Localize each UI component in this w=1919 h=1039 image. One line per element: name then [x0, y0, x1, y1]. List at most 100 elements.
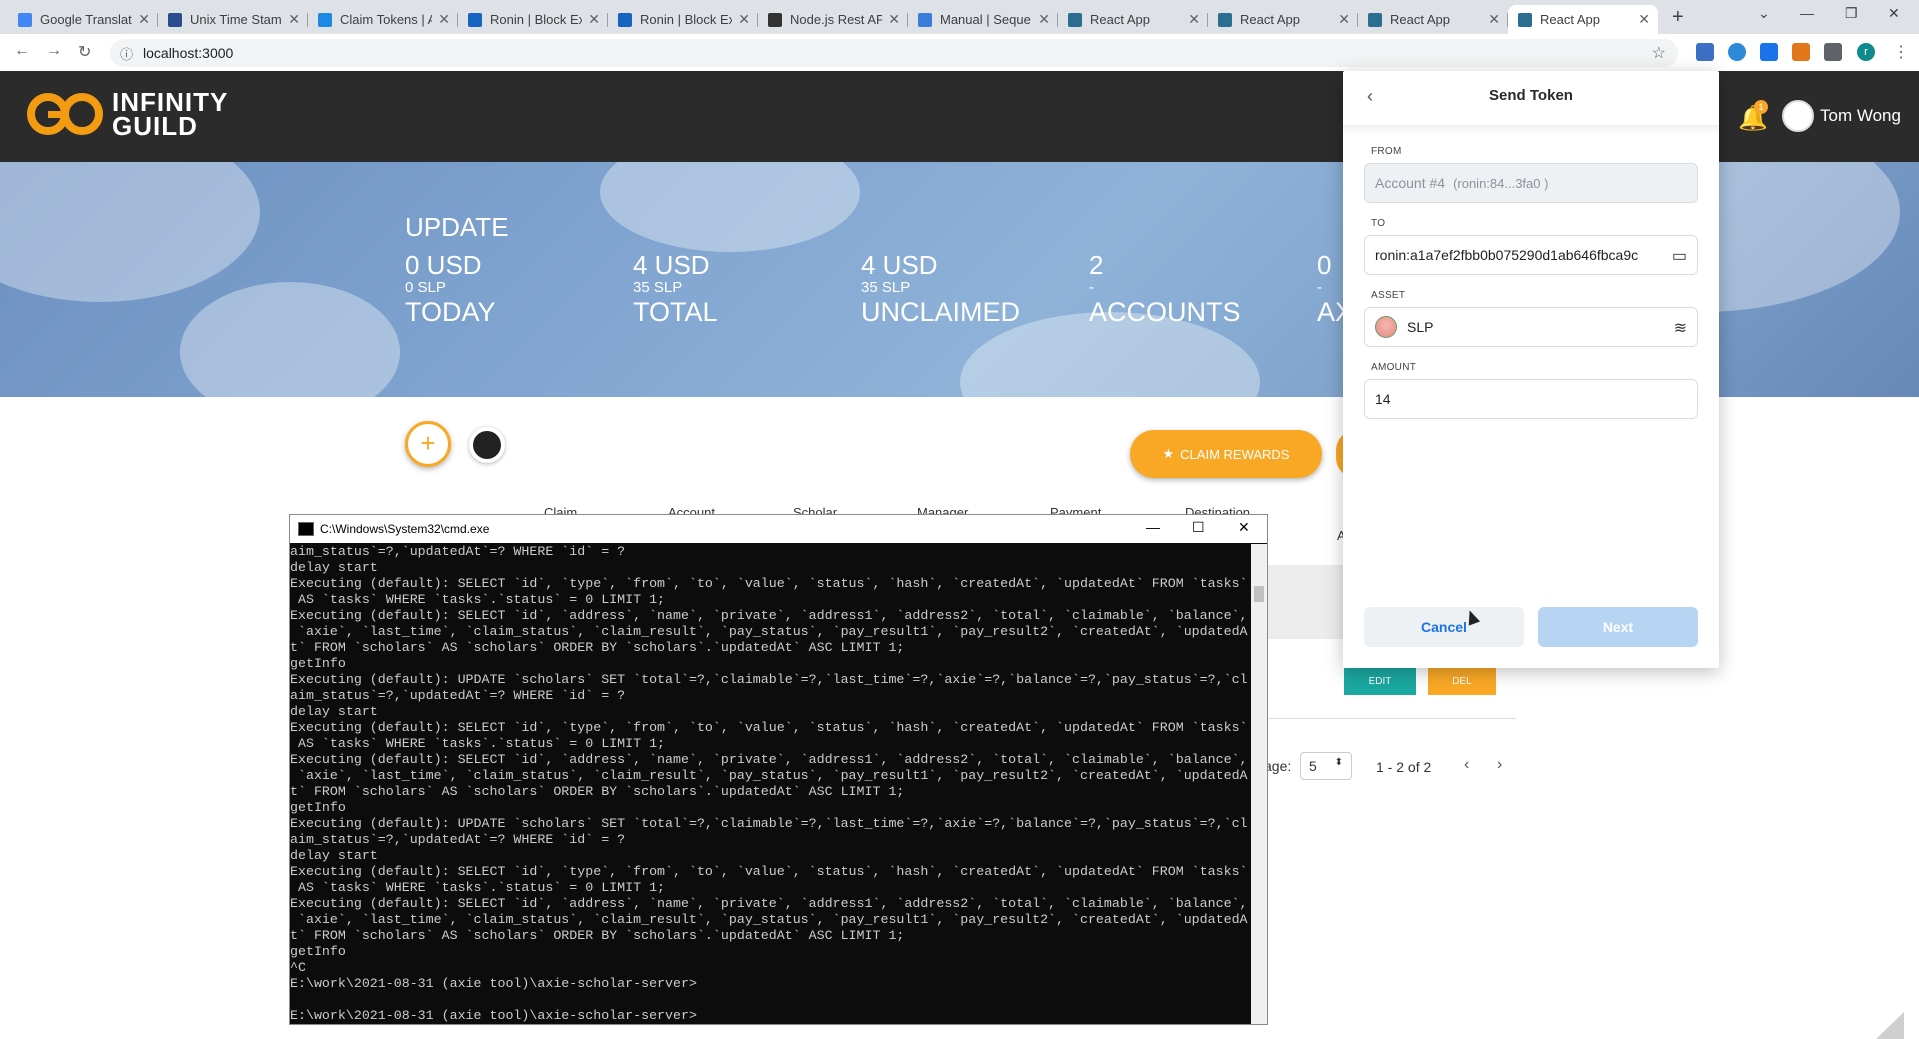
browser-tab[interactable]: React App ✕	[1208, 5, 1358, 34]
back-icon[interactable]: ←	[14, 42, 30, 60]
to-label: TO	[1371, 218, 1386, 229]
tab-title: React App	[1390, 12, 1450, 27]
browser-tab[interactable]: Google Translate ✕	[8, 5, 158, 34]
minimize-icon[interactable]: —	[1800, 5, 1814, 21]
cmd-output[interactable]: aim_status`=?,`updatedAt`=? WHERE `id` =…	[290, 544, 1250, 1024]
cmd-scrollbar[interactable]	[1251, 544, 1267, 1024]
tab-close-icon[interactable]: ✕	[738, 11, 750, 28]
next-page-icon[interactable]: ›	[1497, 756, 1502, 774]
tab-close-icon[interactable]: ✕	[1488, 11, 1500, 28]
send-token-title: Send Token	[1489, 87, 1573, 104]
browser-tab[interactable]: React App ✕	[1058, 5, 1208, 34]
tab-close-icon[interactable]: ✕	[1338, 11, 1350, 28]
extensions-puzzle-icon[interactable]	[1824, 43, 1842, 61]
infinity-guild-logo[interactable]: INFINITY GUILD	[26, 89, 228, 139]
browser-tab[interactable]: React App ✕	[1358, 5, 1508, 34]
tab-favicon-icon	[1518, 12, 1532, 27]
tab-close-icon[interactable]: ✕	[288, 11, 300, 28]
restore-icon[interactable]: ❐	[1845, 5, 1858, 22]
user-avatar[interactable]	[1782, 100, 1814, 132]
reload-icon[interactable]: ↻	[78, 42, 91, 62]
browser-menu-icon[interactable]: ⋮	[1893, 42, 1909, 62]
tab-close-icon[interactable]: ✕	[1638, 11, 1650, 28]
tab-close-icon[interactable]: ✕	[1038, 11, 1050, 28]
send-token-panel: ‹ Send Token FROM Account #4 (ronin:84..…	[1343, 71, 1719, 668]
notification-badge: 1	[1754, 100, 1768, 114]
browser-tab-bar: Google Translate ✕ Unix Time Stamp ✕ Claim T…	[0, 0, 1919, 34]
browser-tab[interactable]: Ronin | Block Ex ✕	[458, 5, 608, 34]
tab-close-icon[interactable]: ✕	[588, 11, 600, 28]
next-button[interactable]: Next	[1538, 607, 1698, 647]
cmd-minimize-icon[interactable]: —	[1146, 519, 1160, 535]
address-bar-row: ← → ↻ ⓘ localhost:3000 ☆ r ⋮	[0, 34, 1919, 72]
cloud-decoration	[600, 162, 860, 252]
user-name[interactable]: Tom Wong	[1820, 106, 1901, 126]
stat-today: 0 USD 0 SLP TODAY	[405, 250, 496, 327]
new-tab-button[interactable]: +	[1672, 6, 1684, 29]
prev-page-icon[interactable]: ‹	[1464, 756, 1469, 774]
amount-label: AMOUNT	[1371, 362, 1417, 373]
tab-close-icon[interactable]: ✕	[138, 11, 150, 28]
tab-favicon-icon	[768, 12, 782, 27]
add-account-button[interactable]: +	[405, 421, 451, 467]
tab-title: Ronin | Block Ex	[640, 12, 733, 27]
site-info-icon[interactable]: ⓘ	[120, 44, 133, 63]
rows-per-page-label: age:	[1264, 758, 1292, 774]
url-omnibox[interactable]: ⓘ localhost:3000 ☆	[110, 39, 1678, 67]
asset-select[interactable]: SLP ≋	[1364, 307, 1698, 347]
profile-avatar[interactable]: r	[1857, 43, 1875, 61]
browser-tab[interactable]: Unix Time Stamp ✕	[158, 5, 308, 34]
browser-tab[interactable]: Claim Tokens | A ✕	[308, 5, 458, 34]
tab-close-icon[interactable]: ✕	[888, 11, 900, 28]
cmd-line: Executing (default): SELECT `id`, `addre…	[290, 608, 1248, 623]
stat-unclaimed: 4 USD 35 SLP UNCLAIMED	[861, 250, 1021, 327]
browser-tab[interactable]: Manual | Seque ✕	[908, 5, 1058, 34]
slp-token-icon	[1375, 316, 1397, 338]
browser-tab[interactable]: Node.js Rest AP ✕	[758, 5, 908, 34]
banner-title: UPDATE	[405, 212, 509, 242]
cmd-line: AS `tasks` WHERE `tasks`.`status` = 0 LI…	[290, 592, 666, 607]
rows-per-page-select[interactable]: 5 ⬍	[1300, 752, 1352, 780]
to-address-input[interactable]: ronin:a1a7ef2fbb0b075290d1ab646fbca9c ▭	[1364, 235, 1698, 275]
cmd-close-icon[interactable]: ✕	[1238, 519, 1250, 536]
user-profile-icon[interactable]	[469, 427, 505, 463]
cmd-line: aim_status`=?,`updatedAt`=? WHERE `id` =…	[290, 544, 626, 559]
from-address: (ronin:84...3fa0 )	[1453, 175, 1549, 191]
edit-button[interactable]: EDIT	[1344, 667, 1416, 695]
forward-icon[interactable]: →	[46, 42, 62, 60]
layers-icon[interactable]: ≋	[1674, 318, 1687, 338]
cmd-line: `axie`, `last_time`, `claim_status`, `cl…	[290, 768, 1248, 783]
metamask-icon[interactable]	[1792, 43, 1810, 61]
browser-tab[interactable]: React App ✕	[1508, 5, 1658, 34]
bookmark-star-icon[interactable]: ☆	[1652, 43, 1666, 63]
cloud-decoration	[180, 282, 400, 397]
cmd-scroll-thumb[interactable]	[1254, 586, 1264, 602]
tab-title: Manual | Seque	[940, 12, 1031, 27]
cmd-window[interactable]: C:\Windows\System32\cmd.exe — ☐ ✕ aim_st…	[289, 514, 1268, 1025]
cmd-line: delay start	[290, 560, 378, 575]
cancel-button[interactable]: Cancel	[1364, 607, 1524, 647]
close-window-icon[interactable]: ✕	[1888, 5, 1900, 22]
tab-search-icon[interactable]: ⌄	[1758, 5, 1770, 22]
cmd-maximize-icon[interactable]: ☐	[1192, 519, 1205, 536]
tab-close-icon[interactable]: ✕	[438, 11, 450, 28]
tab-close-icon[interactable]: ✕	[1188, 11, 1200, 28]
tab-title: Unix Time Stamp	[190, 12, 283, 27]
claim-rewards-label: CLAIM REWARDS	[1180, 446, 1290, 462]
send-token-header: ‹ Send Token	[1343, 71, 1719, 125]
extension-screen-icon[interactable]	[1760, 43, 1778, 61]
amount-input[interactable]: 14	[1364, 379, 1698, 419]
delete-button[interactable]: DEL	[1428, 667, 1496, 695]
from-label: FROM	[1371, 146, 1402, 157]
claim-rewards-button[interactable]: ★ CLAIM REWARDS	[1130, 430, 1322, 478]
cmd-title-bar[interactable]: C:\Windows\System32\cmd.exe — ☐ ✕	[290, 515, 1267, 543]
browser-tab[interactable]: Ronin | Block Ex ✕	[608, 5, 758, 34]
url-text: localhost:3000	[143, 45, 234, 61]
cmd-line: E:\work\2021-08-31 (axie tool)\axie-scho…	[290, 976, 697, 991]
tab-favicon-icon	[618, 12, 632, 27]
extension-shield-icon[interactable]	[1696, 43, 1714, 61]
address-book-icon[interactable]: ▭	[1672, 246, 1687, 266]
tab-title: React App	[1240, 12, 1300, 27]
extension-bolt-icon[interactable]	[1728, 43, 1746, 61]
from-field: Account #4 (ronin:84...3fa0 )	[1364, 163, 1698, 203]
